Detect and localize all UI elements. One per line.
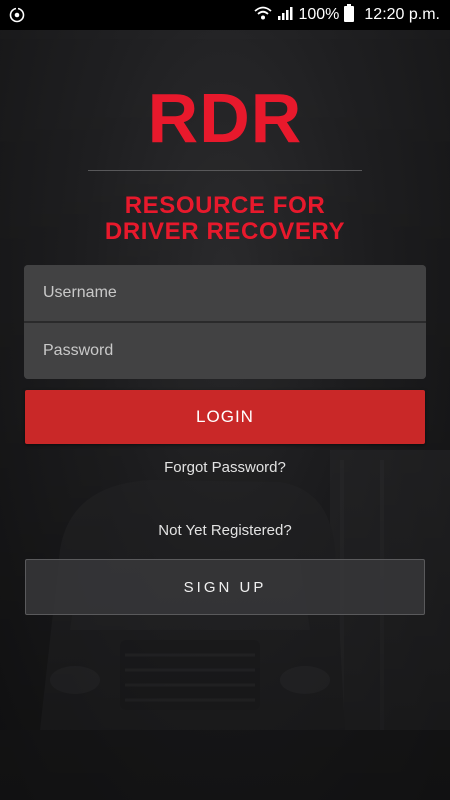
- not-registered-link[interactable]: Not Yet Registered?: [0, 522, 450, 539]
- username-input[interactable]: [24, 265, 426, 321]
- tagline-line-2: DRIVER RECOVERY: [104, 218, 346, 245]
- logo-divider: [88, 170, 362, 171]
- login-button[interactable]: LOGIN: [25, 390, 425, 444]
- signal-icon: [277, 5, 293, 26]
- login-screen: 100% 12:20 p.m. RDR RESOURCE FOR DRIVER …: [0, 0, 450, 800]
- app-tagline: RESOURCE FOR DRIVER RECOVERY: [0, 193, 450, 245]
- status-bar: 100% 12:20 p.m.: [0, 0, 450, 30]
- status-time: 12:20 p.m.: [364, 6, 440, 23]
- login-form: [24, 265, 426, 379]
- battery-icon: [344, 3, 355, 27]
- password-input[interactable]: [24, 323, 426, 379]
- wifi-icon: [254, 5, 273, 26]
- forgot-password-link[interactable]: Forgot Password?: [0, 459, 450, 476]
- battery-percentage: 100%: [298, 6, 340, 23]
- tagline-line-1: RESOURCE FOR: [124, 192, 326, 219]
- rdr-logo: RDR: [147, 79, 303, 157]
- signup-button[interactable]: SIGN UP: [25, 559, 425, 615]
- sync-icon: [9, 7, 25, 23]
